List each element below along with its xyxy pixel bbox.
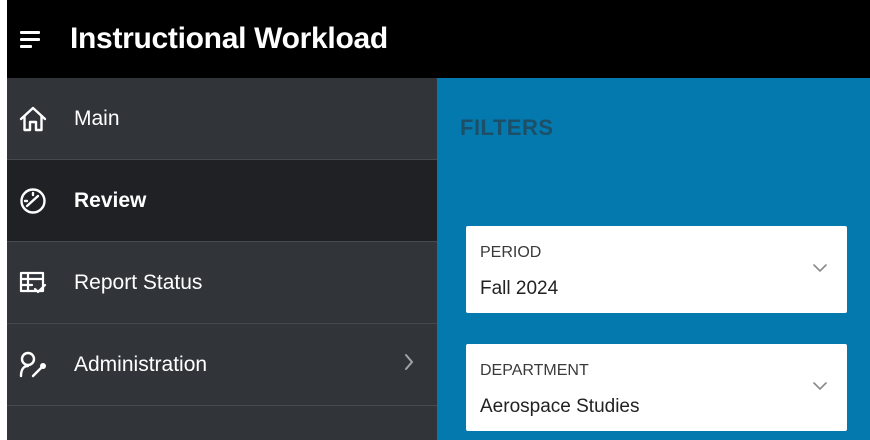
chevron-down-icon xyxy=(813,264,827,273)
department-select[interactable]: DEPARTMENT Aerospace Studies xyxy=(466,344,847,431)
department-value: Aerospace Studies xyxy=(480,396,640,417)
filters-panel: FILTERS PERIOD Fall 2024 DEPARTMENT Aero… xyxy=(437,78,870,440)
user-wrench-icon xyxy=(18,350,48,380)
nav-item-label: Report Status xyxy=(74,270,203,294)
home-icon xyxy=(18,104,48,134)
app-title: Instructional Workload xyxy=(70,22,388,55)
filters-title: FILTERS xyxy=(460,115,554,140)
nav-item-label: Review xyxy=(74,188,147,212)
table-check-icon xyxy=(18,268,48,298)
nav-item-review[interactable]: Review xyxy=(7,160,437,242)
sidebar-nav: Main Review Report Status Administration xyxy=(7,78,437,440)
period-select[interactable]: PERIOD Fall 2024 xyxy=(466,226,847,313)
chevron-down-icon xyxy=(813,382,827,391)
app-frame: Instructional Workload Main Review Repor… xyxy=(7,0,870,440)
department-label: DEPARTMENT xyxy=(480,362,589,379)
period-label: PERIOD xyxy=(480,244,542,261)
nav-item-report-status[interactable]: Report Status xyxy=(7,242,437,324)
nav-item-label: Main xyxy=(74,106,120,130)
chevron-right-icon[interactable] xyxy=(403,352,415,372)
nav-item-administration[interactable]: Administration xyxy=(7,324,437,406)
top-bar: Instructional Workload xyxy=(7,0,870,78)
nav-item-label: Administration xyxy=(74,352,208,376)
nav-item-main[interactable]: Main xyxy=(7,78,437,160)
hamburger-menu-icon[interactable] xyxy=(20,30,40,48)
gauge-icon xyxy=(18,186,48,216)
period-value: Fall 2024 xyxy=(480,278,559,299)
